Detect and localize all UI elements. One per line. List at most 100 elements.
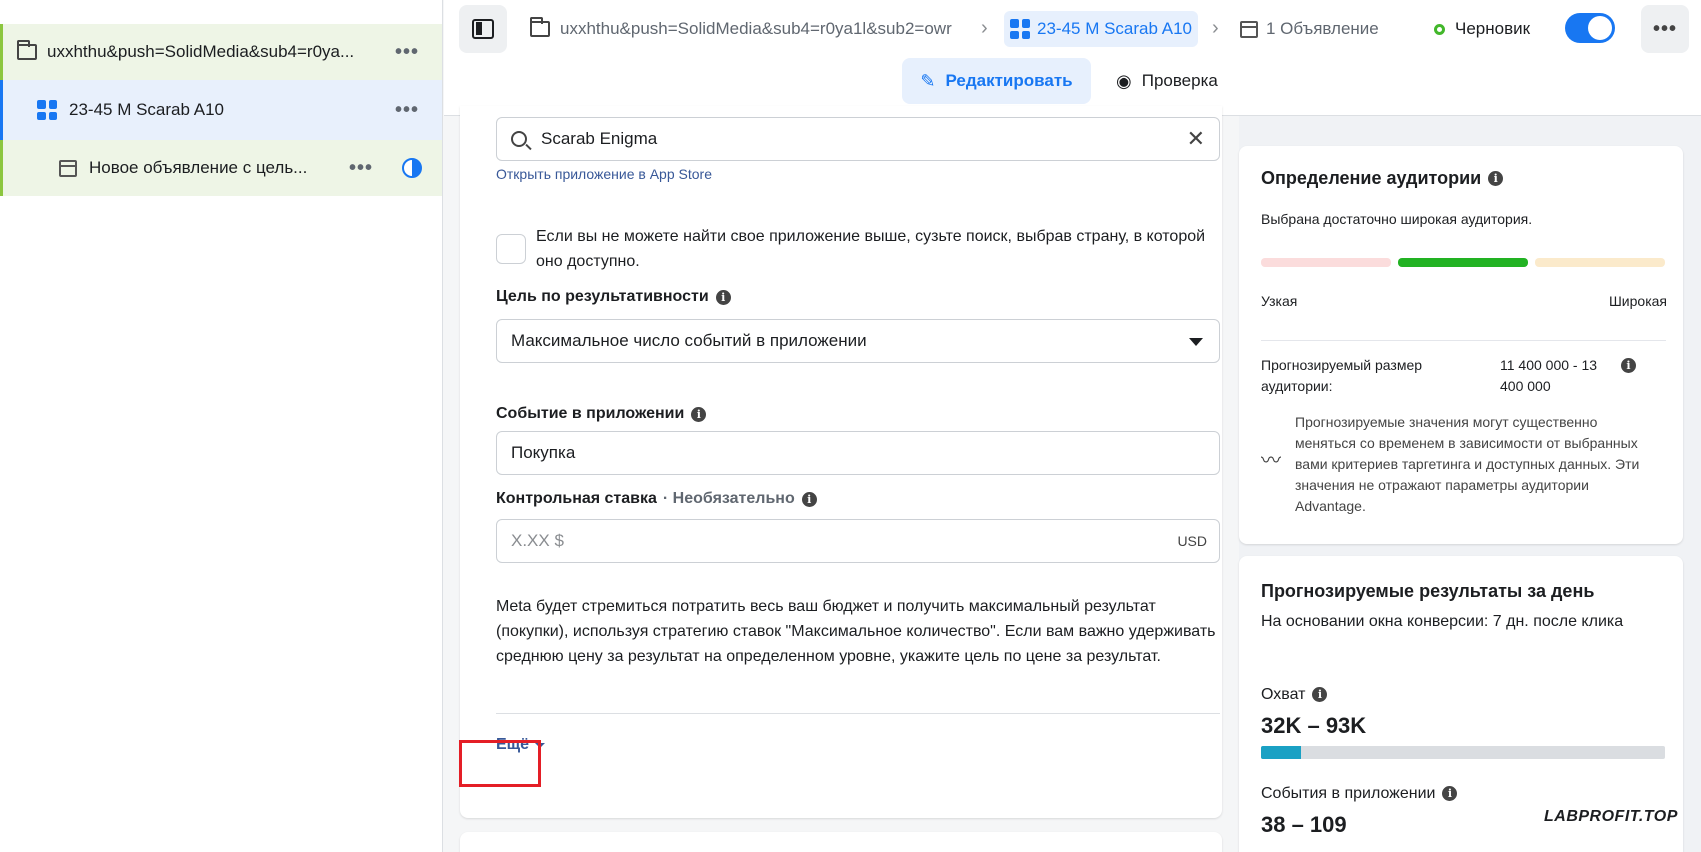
audience-note: Прогнозируемые значения могут существенн… xyxy=(1295,414,1640,514)
bid-cap-optional: · Необязательно xyxy=(662,490,795,507)
app-event-field[interactable]: Покупка xyxy=(496,431,1220,475)
delivery-status-icon xyxy=(402,158,422,178)
currency-label: USD xyxy=(1177,533,1207,549)
highlight-annotation-box xyxy=(459,740,541,787)
audience-meter-selected xyxy=(1398,258,1528,267)
info-icon[interactable]: i xyxy=(691,406,707,422)
right-summary-panel: Определение аудитории i Выбрана достаточ… xyxy=(1239,116,1701,852)
app-event-label: Событие в приложении i xyxy=(496,405,707,423)
sidebar-panel-icon xyxy=(472,19,494,39)
ad-active-toggle[interactable] xyxy=(1565,13,1615,43)
watermark-text: LABPROFIT.TOP xyxy=(1544,808,1678,825)
campaign-more-icon[interactable]: ••• xyxy=(395,41,419,64)
country-filter-text: Если вы не можете найти свое приложение … xyxy=(536,228,1206,270)
adset-name: 23-45 M Scarab A10 xyxy=(69,100,224,119)
app-store-link[interactable]: Открыть приложение в App Store xyxy=(496,166,712,182)
folder-icon xyxy=(17,40,37,60)
tree-item-ad[interactable]: Новое объявление с цель... ••• xyxy=(0,140,442,196)
adset-grid-icon xyxy=(37,100,57,120)
breadcrumb-separator-icon: › xyxy=(981,17,988,39)
ad-icon xyxy=(1240,20,1258,38)
reach-label: Охват i xyxy=(1261,682,1328,707)
performance-goal-label: Цель по результативности i xyxy=(496,288,731,306)
clear-icon[interactable]: ✕ xyxy=(1187,126,1205,152)
info-icon[interactable]: i xyxy=(1621,358,1636,373)
info-icon[interactable]: i xyxy=(1488,171,1504,186)
campaign-name: uxxhthu&push=SolidMedia&sub4=r0ya... xyxy=(47,42,355,61)
conversion-window-text: На основании окна конверсии: 7 дн. после… xyxy=(1261,613,1624,630)
tree-item-adset[interactable]: 23-45 M Scarab A10 ••• xyxy=(0,80,442,140)
section-divider xyxy=(496,713,1220,714)
toggle-sidebar-button[interactable] xyxy=(459,5,507,53)
bid-strategy-description: Meta будет стремиться потратить весь ваш… xyxy=(496,598,1216,665)
app-event-value: Покупка xyxy=(511,443,576,462)
meter-narrow-label: Узкая xyxy=(1261,293,1298,309)
adset-grid-icon xyxy=(1010,19,1030,39)
app-events-label-text: События в приложении xyxy=(1261,785,1436,802)
ad-icon xyxy=(59,159,77,177)
audience-size-value: 11 400 000 - 13 400 000 xyxy=(1500,357,1598,394)
info-icon[interactable]: i xyxy=(715,289,731,305)
app-events-label: События в приложении i xyxy=(1261,781,1458,806)
reach-value: 32K – 93K xyxy=(1261,713,1367,738)
top-bar: uxxhthu&push=SolidMedia&sub4=r0ya1l&sub2… xyxy=(444,0,1701,58)
status-dot-icon xyxy=(1434,23,1445,35)
optimization-card: Scarab Enigma ✕ Открыть приложение в App… xyxy=(460,106,1222,818)
status-label: Черновик xyxy=(1455,19,1531,38)
audience-size-label: Прогнозируемый размер аудитории: xyxy=(1261,357,1423,394)
country-filter-checkbox[interactable] xyxy=(496,234,526,264)
chevron-down-icon xyxy=(1189,338,1203,346)
folder-icon xyxy=(530,17,550,37)
performance-goal-select[interactable]: Максимальное число событий в приложении xyxy=(496,319,1220,363)
breadcrumb-separator-icon: › xyxy=(1212,17,1219,39)
audience-title: Определение аудитории i xyxy=(1261,168,1504,189)
info-icon[interactable]: i xyxy=(801,491,817,507)
tab-edit[interactable]: ✎ Редактировать xyxy=(902,58,1091,104)
reach-progress-fill xyxy=(1261,746,1302,759)
audience-definition-card: Определение аудитории i Выбрана достаточ… xyxy=(1239,146,1683,544)
breadcrumb-adset[interactable]: 23-45 M Scarab A10 xyxy=(1004,11,1198,47)
trend-line-icon: 〰 xyxy=(1261,450,1281,472)
meter-broad-label: Широкая xyxy=(1608,293,1667,309)
bid-cap-input[interactable]: X.XX $ USD xyxy=(496,519,1220,563)
reach-label-text: Охват xyxy=(1261,686,1306,703)
adset-more-icon[interactable]: ••• xyxy=(395,99,419,122)
app-event-label-text: Событие в приложении xyxy=(496,405,685,422)
eye-icon: ◉ xyxy=(1116,70,1132,91)
app-events-value: 38 – 109 xyxy=(1261,812,1347,837)
info-icon[interactable]: i xyxy=(1442,786,1458,801)
bid-cap-label: Контрольная ставка · Необязательно i xyxy=(496,490,817,508)
tab-edit-label: Редактировать xyxy=(945,71,1073,90)
status-indicator: Черновик xyxy=(1434,0,1530,58)
performance-goal-value: Максимальное число событий в приложении xyxy=(511,331,867,350)
tab-review-label: Проверка xyxy=(1141,71,1218,90)
breadcrumb-ad-label: 1 Объявление xyxy=(1266,19,1379,38)
search-icon xyxy=(511,131,527,147)
daily-results-title: Прогнозируемые результаты за день xyxy=(1261,581,1595,601)
info-icon[interactable]: i xyxy=(1312,687,1328,702)
breadcrumb-ad[interactable]: 1 Объявление xyxy=(1240,0,1379,58)
audience-meter-narrow xyxy=(1261,258,1391,267)
pencil-icon: ✎ xyxy=(920,70,936,91)
breadcrumb-campaign-label: uxxhthu&push=SolidMedia&sub4=r0ya1l&sub2… xyxy=(560,19,952,38)
more-options-button[interactable]: ••• xyxy=(1641,5,1689,53)
audience-title-text: Определение аудитории xyxy=(1261,168,1482,188)
campaign-tree-panel: uxxhthu&push=SolidMedia&sub4=r0ya... •••… xyxy=(0,0,443,852)
next-section-card xyxy=(460,832,1222,852)
app-search-value: Scarab Enigma xyxy=(541,129,658,148)
performance-goal-label-text: Цель по результативности xyxy=(496,288,709,305)
audience-summary: Выбрана достаточно широкая аудитория. xyxy=(1261,211,1533,227)
ad-more-icon[interactable]: ••• xyxy=(349,157,373,180)
app-search-input[interactable]: Scarab Enigma ✕ xyxy=(496,117,1220,161)
breadcrumb-adset-label: 23-45 M Scarab A10 xyxy=(1037,19,1192,38)
audience-divider xyxy=(1261,340,1666,341)
tree-item-campaign[interactable]: uxxhthu&push=SolidMedia&sub4=r0ya... ••• xyxy=(0,24,442,80)
tab-review[interactable]: ◉ Проверка xyxy=(1116,58,1218,104)
bid-cap-label-text: Контрольная ставка xyxy=(496,490,657,507)
audience-meter-broad xyxy=(1535,258,1665,267)
breadcrumb-campaign[interactable]: uxxhthu&push=SolidMedia&sub4=r0ya1l&sub2… xyxy=(530,0,952,58)
adset-form-area: Scarab Enigma ✕ Открыть приложение в App… xyxy=(444,106,1238,852)
bid-cap-placeholder: X.XX $ xyxy=(511,531,564,550)
ad-name: Новое объявление с цель... xyxy=(89,158,308,177)
reach-progress-bar xyxy=(1261,746,1665,759)
